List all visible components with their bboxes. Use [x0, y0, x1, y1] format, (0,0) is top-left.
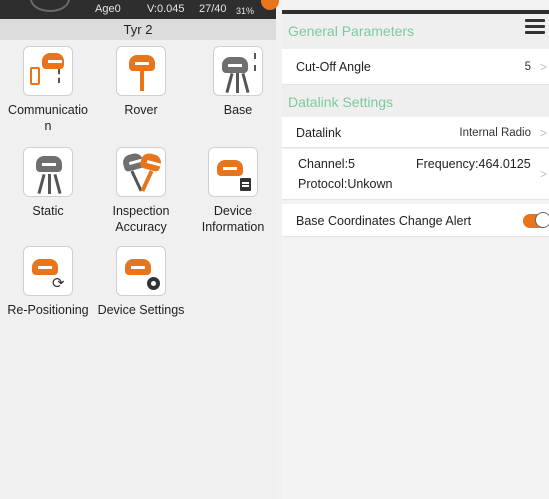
tile-label: Communicatio n	[8, 103, 88, 133]
status-bar: Age0 V:0.045 27/40 31%	[0, 0, 279, 19]
section-title: General Parameters	[288, 23, 415, 39]
menu-icon[interactable]	[525, 19, 545, 35]
device-name-bar: Tyr 2	[0, 19, 276, 40]
tile-rover[interactable]: Rover	[96, 46, 186, 118]
tile-label: Base	[223, 103, 253, 117]
row-cutoff-angle[interactable]: Cut-Off Angle 5 >	[282, 49, 549, 85]
device-settings-icon	[116, 246, 166, 296]
device-information-icon	[208, 147, 258, 197]
re-positioning-icon: ⟳	[23, 246, 73, 296]
tile-label: Device Information	[201, 204, 265, 234]
tile-device-settings[interactable]: Device Settings	[96, 246, 186, 318]
chevron-right-icon: >	[539, 167, 547, 181]
section-general-parameters: General Parameters	[282, 14, 549, 49]
chevron-right-icon: >	[539, 60, 547, 74]
tile-label: Inspection Accuracy	[112, 204, 170, 234]
base-icon	[213, 46, 263, 96]
device-panel: Age0 V:0.045 27/40 31% Tyr 2 Communicati…	[0, 0, 279, 499]
tile-communication[interactable]: Communicatio n	[3, 46, 93, 134]
v-precision-readout: V:0.045	[147, 3, 185, 15]
row-datalink[interactable]: Datalink Internal Radio >	[282, 117, 549, 148]
protocol-text: Protocol:Unkown	[298, 177, 393, 191]
frequency-text: Frequency:464.0125	[416, 157, 531, 171]
section-title: Datalink Settings	[288, 94, 394, 110]
battery-readout: 31%	[236, 6, 255, 16]
tile-static[interactable]: Static	[3, 147, 93, 219]
tile-label: Rover	[124, 103, 158, 117]
static-icon	[23, 147, 73, 197]
chevron-right-icon: >	[539, 126, 547, 140]
section-datalink-settings: Datalink Settings	[282, 85, 549, 120]
alert-label: Base Coordinates Change Alert	[296, 214, 472, 228]
tile-label: Device Settings	[97, 303, 185, 317]
status-dot-icon	[261, 0, 279, 10]
rover-icon	[116, 46, 166, 96]
tile-label: Static	[32, 204, 64, 218]
cutoff-value: 5	[524, 61, 531, 73]
tile-base[interactable]: Base	[193, 46, 283, 118]
channel-text: Channel:5	[298, 157, 355, 171]
tile-label: Re-Positioning	[7, 303, 89, 317]
datalink-value: Internal Radio	[459, 127, 531, 139]
tile-re-positioning[interactable]: ⟳ Re-Positioning	[3, 246, 93, 318]
tile-device-information[interactable]: Device Information	[188, 147, 278, 235]
alert-toggle[interactable]	[523, 212, 549, 228]
inspection-accuracy-icon	[116, 147, 166, 197]
datalink-label: Datalink	[296, 126, 342, 140]
cutoff-label: Cut-Off Angle	[296, 60, 371, 74]
row-radio-channel[interactable]: Channel:5 Frequency:464.0125 Protocol:Un…	[282, 149, 549, 200]
satellites-readout: 27/40	[199, 3, 227, 15]
back-circle-icon[interactable]	[30, 0, 70, 12]
communication-icon	[23, 46, 73, 96]
tile-inspection-accuracy[interactable]: Inspection Accuracy	[96, 147, 186, 235]
row-base-coordinates-alert: Base Coordinates Change Alert	[282, 204, 549, 237]
age-readout: Age0	[95, 3, 121, 15]
settings-panel: General Parameters Cut-Off Angle 5 > Dat…	[282, 0, 549, 499]
